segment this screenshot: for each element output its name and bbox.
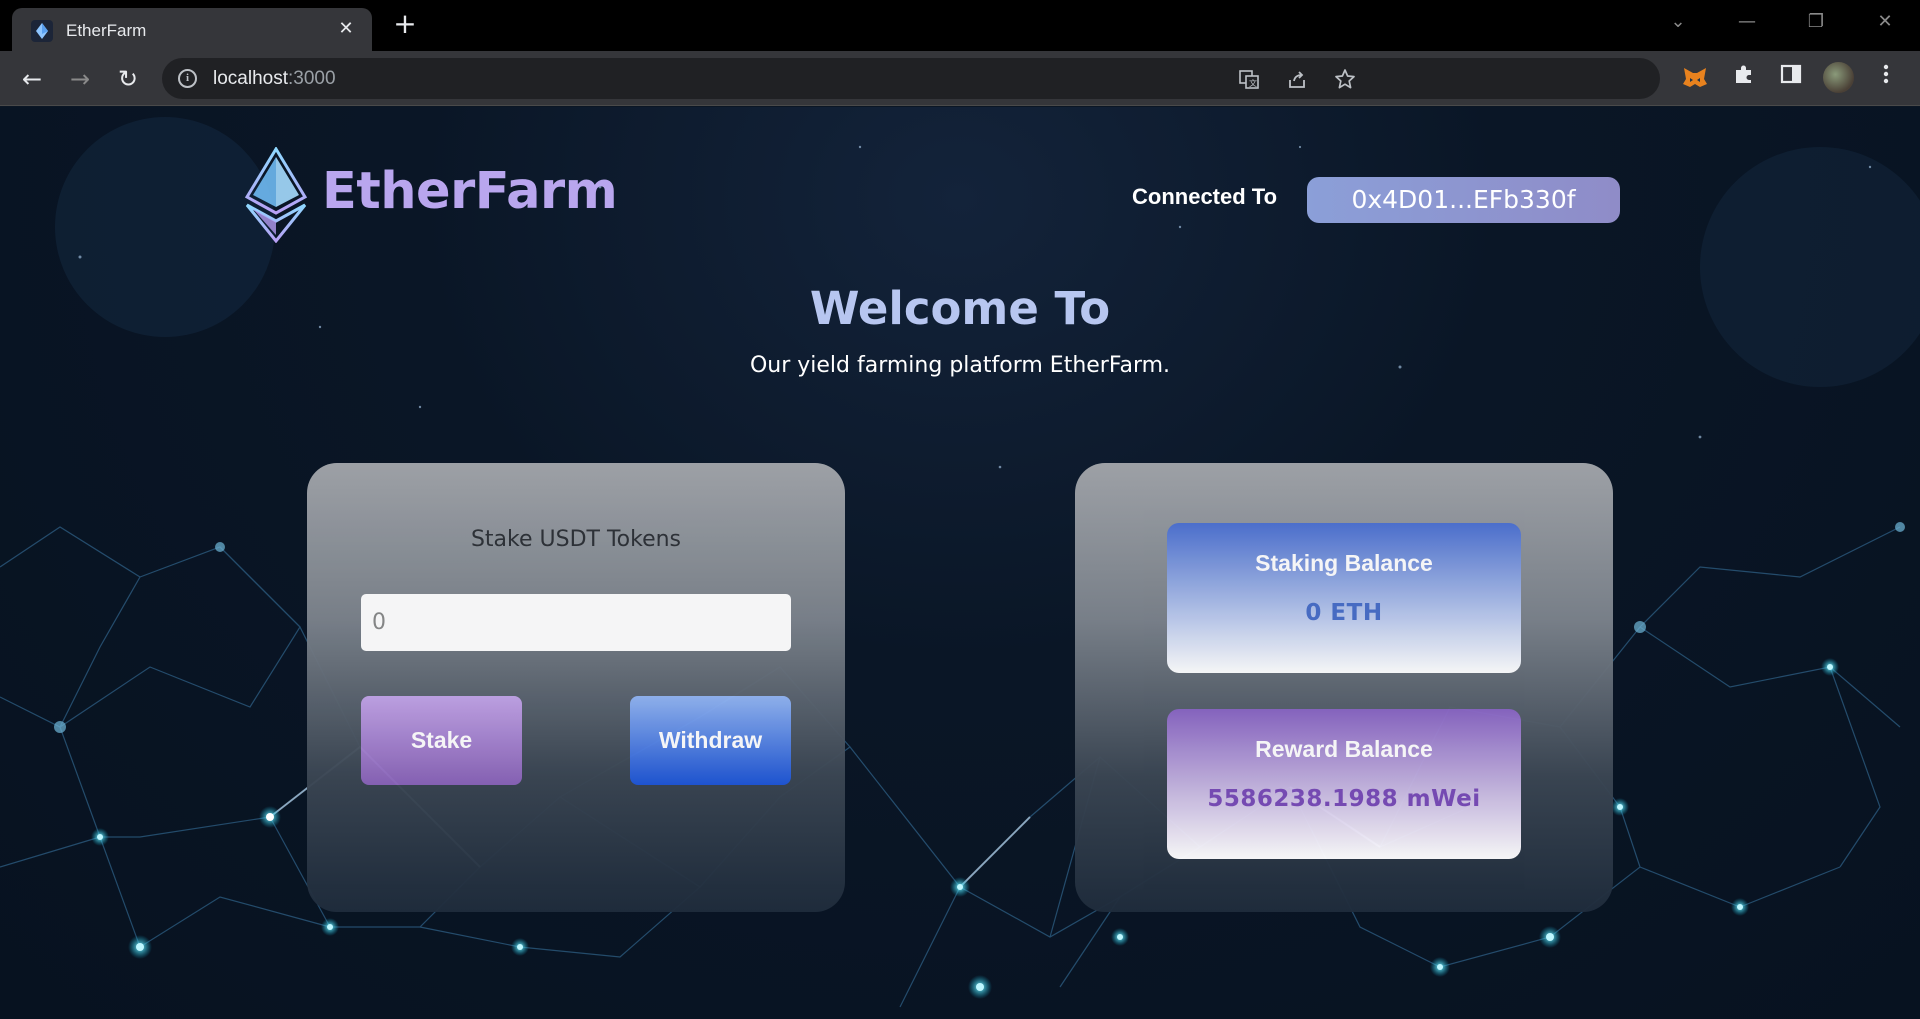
svg-text:文: 文: [1249, 78, 1257, 88]
network-background-image: [0, 117, 1920, 1008]
stake-amount-input[interactable]: [361, 594, 791, 651]
tab-title: EtherFarm: [66, 21, 147, 40]
url-text: localhost:3000: [213, 68, 336, 89]
ethereum-favicon-icon: [31, 20, 53, 42]
bookmark-star-icon[interactable]: [1334, 68, 1356, 90]
reward-balance-label: Reward Balance: [1255, 736, 1433, 762]
stake-button[interactable]: Stake: [361, 696, 522, 785]
reward-balance-box: Reward Balance 5586238.1988 mWei: [1167, 709, 1521, 859]
staking-balance-value: 0 ETH: [1305, 600, 1383, 626]
welcome-subtitle: Our yield farming platform EtherFarm.: [749, 353, 1171, 378]
ethereum-logo-icon: [244, 147, 308, 243]
reload-icon[interactable]: ↻: [112, 63, 144, 95]
profile-avatar[interactable]: [1823, 62, 1854, 93]
metamask-extension-icon[interactable]: [1680, 62, 1710, 92]
tab-close-icon[interactable]: ✕: [334, 17, 358, 41]
welcome-heading: Welcome To: [809, 282, 1111, 335]
tab-search-chevron-icon[interactable]: ⌄: [1656, 8, 1700, 36]
extensions-puzzle-icon[interactable]: [1729, 62, 1759, 92]
side-panel-icon[interactable]: [1776, 62, 1806, 92]
minimize-icon[interactable]: —: [1725, 8, 1769, 36]
forward-arrow-icon[interactable]: →: [64, 63, 96, 95]
stake-card-title: Stake USDT Tokens: [470, 527, 682, 552]
browser-tab-etherfarm[interactable]: EtherFarm ✕: [12, 8, 372, 51]
address-bar[interactable]: i localhost:3000 文: [162, 58, 1660, 99]
staking-balance-box: Staking Balance 0 ETH: [1167, 523, 1521, 673]
translate-icon[interactable]: 文: [1238, 68, 1260, 90]
reward-balance-value: 5586238.1988 mWei: [1207, 786, 1481, 812]
kebab-menu-icon[interactable]: [1871, 62, 1901, 92]
window-close-icon[interactable]: ✕: [1863, 8, 1907, 36]
staking-balance-label: Staking Balance: [1255, 550, 1433, 576]
back-arrow-icon[interactable]: ←: [16, 63, 48, 95]
browser-toolbar: ← → ↻ i localhost:3000 文: [0, 51, 1920, 106]
new-tab-plus-icon[interactable]: +: [391, 10, 419, 38]
browser-titlebar: EtherFarm ✕ + ⌄ — ❐ ✕: [0, 0, 1920, 51]
site-info-icon[interactable]: i: [178, 69, 197, 88]
balances-card: Staking Balance 0 ETH Reward Balance 558…: [1075, 463, 1613, 912]
share-icon[interactable]: [1286, 68, 1308, 90]
logo-text: EtherFarm: [322, 162, 618, 221]
connected-to-label: Connected To: [1132, 184, 1278, 209]
stake-card: Stake USDT Tokens Stake Withdraw: [307, 463, 845, 912]
restore-icon[interactable]: ❐: [1794, 8, 1838, 36]
connected-account-button[interactable]: 0x4D01...EFb330f: [1307, 177, 1620, 223]
withdraw-button[interactable]: Withdraw: [630, 696, 791, 785]
etherfarm-page: EtherFarm Connected To 0x4D01...EFb330f …: [0, 107, 1920, 1019]
